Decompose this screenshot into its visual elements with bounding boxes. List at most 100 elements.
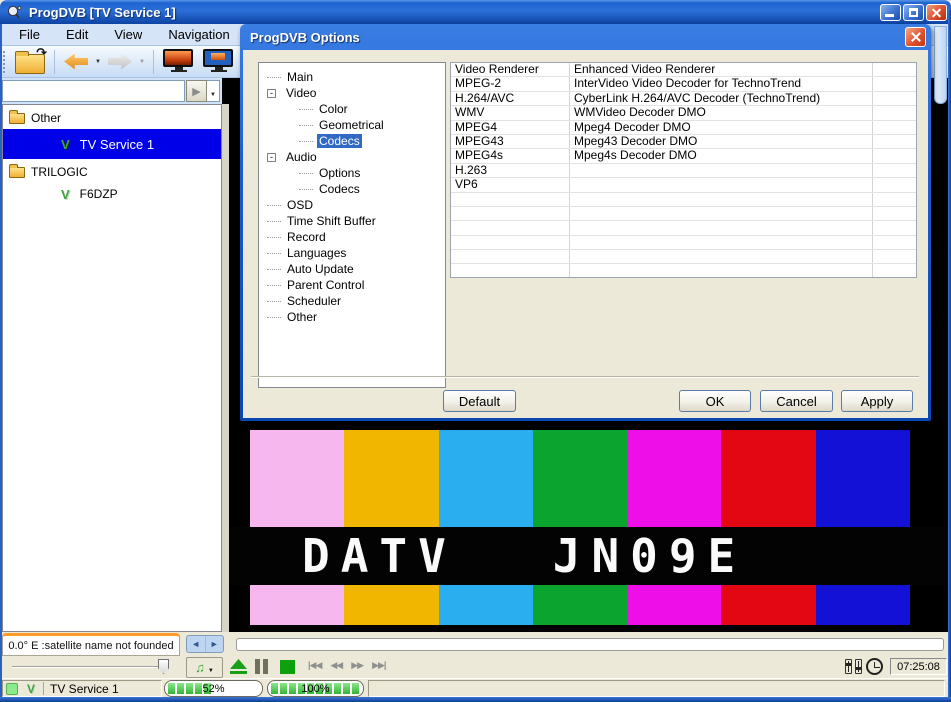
channel-group-other[interactable]: Other (3, 107, 221, 129)
open-channel-list-button[interactable] (11, 47, 49, 77)
skip-to-start-button[interactable]: |◀◀ (308, 660, 321, 671)
tree-item-codecs[interactable]: Codecs (259, 181, 445, 197)
tree-collapse-icon[interactable]: - (267, 89, 276, 98)
tree-collapse-icon[interactable]: - (267, 153, 276, 162)
channel-group-label: TRILOGIC (31, 165, 88, 179)
default-button[interactable]: Default (443, 390, 516, 412)
satellite-tab[interactable]: 0.0° E :satellite name not founded (2, 633, 180, 656)
tree-connector (299, 125, 313, 126)
tree-connector (267, 317, 281, 318)
play-button[interactable]: ▶ (186, 80, 207, 102)
channel-group-trilogic[interactable]: TRILOGIC (3, 161, 221, 183)
tree-item-other[interactable]: Other (259, 309, 445, 325)
apply-button[interactable]: Apply (841, 390, 913, 412)
tree-item-label: Other (285, 310, 319, 324)
codec-table-row[interactable]: MPEG4Mpeg4 Decoder DMO (451, 121, 916, 135)
window-border-left (0, 24, 2, 698)
forward-button[interactable] (104, 47, 136, 77)
skip-to-end-button[interactable]: ▶▶| (372, 660, 385, 671)
codec-table-row[interactable] (451, 250, 916, 264)
codec-table-row[interactable] (451, 221, 916, 235)
cancel-button[interactable]: Cancel (760, 390, 833, 412)
codec-table-row[interactable]: MPEG4sMpeg4s Decoder DMO (451, 149, 916, 163)
progdvb-window: ProgDVB [TV Service 1] FileEditViewNavig… (0, 0, 951, 702)
toolbar-grip[interactable] (3, 51, 6, 73)
tree-item-video[interactable]: -Video (259, 85, 445, 101)
tree-item-scheduler[interactable]: Scheduler (259, 293, 445, 309)
maximize-button[interactable] (903, 4, 924, 21)
tab-scroll-left-button[interactable]: ◄ (187, 636, 206, 652)
tree-item-geometrical[interactable]: Geometrical (259, 117, 445, 133)
codec-extra-cell (873, 149, 916, 162)
audio-track-button[interactable]: ♫ ▼ (186, 657, 223, 678)
stop-button[interactable] (280, 660, 295, 674)
search-dropdown-button[interactable]: ▼ (207, 80, 220, 102)
tree-item-options[interactable]: Options (259, 165, 445, 181)
ok-button[interactable]: OK (679, 390, 751, 412)
codec-decoder-cell (570, 178, 873, 191)
equalizer-button[interactable] (845, 659, 862, 674)
tree-item-languages[interactable]: Languages (259, 245, 445, 261)
play-icon: ▶ (192, 85, 200, 98)
volume-slider-track[interactable] (12, 666, 164, 668)
tree-item-label: Scheduler (285, 294, 343, 308)
clock-icon[interactable] (866, 658, 883, 675)
codec-table-row[interactable]: MPEG43Mpeg43 Decoder DMO (451, 135, 916, 149)
codec-table-row[interactable]: H.263 (451, 164, 916, 178)
tree-item-record[interactable]: Record (259, 229, 445, 245)
codec-table-row[interactable]: Video RendererEnhanced Video Renderer (451, 63, 916, 77)
codec-table-row[interactable] (451, 207, 916, 221)
codec-table-row[interactable]: WMVWMVideo Decoder DMO (451, 106, 916, 120)
tree-connector (267, 221, 281, 222)
tree-item-osd[interactable]: OSD (259, 197, 445, 213)
menu-item-view[interactable]: View (101, 24, 155, 46)
tree-item-parent-control[interactable]: Parent Control (259, 277, 445, 293)
app-icon (7, 4, 23, 20)
tree-item-audio[interactable]: -Audio (259, 149, 445, 165)
menu-item-file[interactable]: File (6, 24, 53, 46)
tree-item-label: Codecs (317, 134, 362, 148)
codec-table-row[interactable]: VP6 (451, 178, 916, 192)
forward-dropdown-icon[interactable]: ▼ (139, 59, 145, 65)
fast-forward-button[interactable]: ▶▶ (351, 660, 363, 671)
dialog-title-bar[interactable]: ProgDVB Options (240, 24, 931, 50)
back-dropdown-icon[interactable]: ▼ (95, 59, 101, 65)
video-mode-button[interactable] (159, 47, 199, 77)
channel-item-tv-service-1[interactable]: VTV Service 1 (3, 129, 221, 159)
tree-item-time-shift-buffer[interactable]: Time Shift Buffer (259, 213, 445, 229)
status-indicator-icon (6, 683, 18, 695)
channel-item-f6dzp[interactable]: VF6DZP (3, 183, 221, 205)
tree-item-codecs[interactable]: Codecs (259, 133, 445, 149)
rewind-button[interactable]: ◀◀ (330, 660, 342, 671)
channel-status-panel: V TV Service 1 (2, 680, 162, 697)
menu-item-navigation[interactable]: Navigation (155, 24, 242, 46)
codec-table-row[interactable]: H.264/AVCCyberLink H.264/AVC Decoder (Te… (451, 92, 916, 106)
panel-splitter[interactable] (222, 104, 229, 632)
codec-table-row[interactable] (451, 264, 916, 278)
tree-item-main[interactable]: Main (259, 69, 445, 85)
back-button[interactable] (60, 47, 92, 77)
close-button[interactable] (926, 4, 947, 21)
channel-group-label: Other (31, 111, 61, 125)
codec-table-row[interactable] (451, 236, 916, 250)
tree-item-auto-update[interactable]: Auto Update (259, 261, 445, 277)
tree-item-color[interactable]: Color (259, 101, 445, 117)
volume-slider-thumb[interactable] (158, 659, 169, 674)
monitor-blue-icon (203, 49, 235, 75)
seek-slider[interactable] (236, 638, 944, 651)
codec-table-row[interactable]: MPEG-2InterVideo Video Decoder for Techn… (451, 77, 916, 91)
tree-item-label: Color (317, 102, 350, 116)
channel-search-input[interactable] (2, 80, 185, 102)
menu-item-edit[interactable]: Edit (53, 24, 101, 46)
eject-button[interactable] (230, 659, 247, 675)
codec-extra-cell (873, 264, 916, 277)
minimize-button[interactable] (880, 4, 901, 21)
tab-scroll-right-button[interactable]: ► (206, 636, 224, 652)
desktop-mode-button[interactable] (199, 47, 239, 77)
dialog-title: ProgDVB Options (250, 30, 360, 45)
music-note-icon: ♫ (195, 660, 205, 675)
codec-format-cell: WMV (451, 106, 570, 119)
pause-button[interactable] (255, 659, 268, 674)
codec-table-row[interactable] (451, 193, 916, 207)
dialog-close-button[interactable] (905, 27, 926, 47)
